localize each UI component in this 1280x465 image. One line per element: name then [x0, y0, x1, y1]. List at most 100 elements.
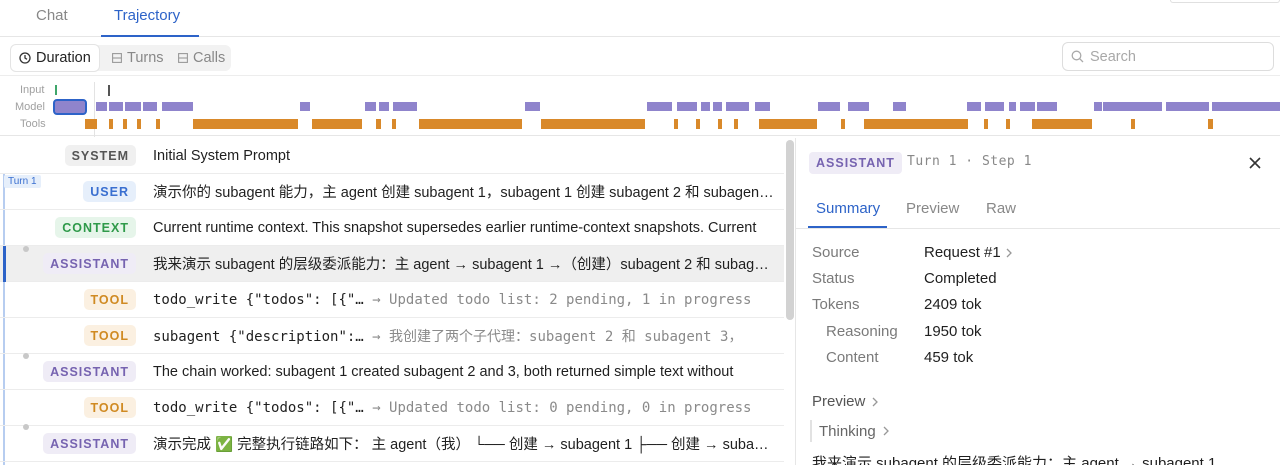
timeline-tool-segment[interactable] [734, 119, 738, 129]
timeline-model-segment[interactable] [818, 102, 840, 111]
list-item[interactable]: TOOL subagent {"description":… → 我创建了两个子… [0, 318, 784, 354]
timeline-tool-segment[interactable] [156, 119, 160, 129]
timeline-tool-segment[interactable] [392, 119, 396, 129]
row-text: The chain worked: subagent 1 created sub… [153, 363, 734, 380]
timeline-tool-segment[interactable] [312, 119, 362, 129]
timeline-tool-segment[interactable] [1032, 119, 1092, 129]
timeline-model-segment[interactable] [647, 102, 672, 111]
field-value-status: Completed [924, 270, 997, 287]
view-toolbar: Duration Turns Calls [0, 38, 1280, 76]
timeline-model-segment[interactable] [96, 102, 107, 111]
timeline-tool-segment[interactable] [1208, 119, 1213, 129]
timeline-model-segment[interactable] [109, 102, 123, 111]
timeline-cursor [108, 85, 110, 96]
duration-mode-button[interactable]: Duration [11, 45, 99, 71]
timeline-model-segment[interactable] [1212, 102, 1280, 111]
timeline-tool-segment[interactable] [193, 119, 298, 129]
timeline-model-segment[interactable] [525, 102, 540, 111]
timeline-model-segment[interactable] [1020, 102, 1035, 111]
role-badge: SYSTEM [64, 145, 136, 166]
lane-label-tools: Tools [20, 118, 46, 130]
list-icon [112, 53, 122, 63]
timeline-model-segment[interactable] [848, 102, 869, 111]
list-item[interactable]: TOOL todo_write {"todos": [{"… → Updated… [0, 390, 784, 426]
duration-label: Duration [36, 50, 91, 66]
timeline-model-segment[interactable] [143, 102, 157, 111]
timeline-tool-segment[interactable] [841, 119, 845, 129]
field-label-status: Status [812, 270, 855, 287]
timeline-model-segment[interactable] [300, 102, 310, 111]
timeline-tool-segment[interactable] [696, 119, 700, 129]
tool-name: subagent [153, 328, 221, 345]
tab-summary[interactable]: Summary [816, 200, 880, 217]
timeline-model-segment[interactable] [726, 102, 749, 111]
timeline-model-segment[interactable] [755, 102, 770, 111]
turns-mode-button[interactable]: Turns [112, 45, 164, 71]
list-scrollbar[interactable] [786, 140, 794, 320]
timeline-input-segment[interactable] [55, 85, 57, 95]
timeline-model-segment[interactable] [125, 102, 141, 111]
selected-step-marker[interactable] [53, 99, 87, 115]
timeline-model-segment[interactable] [1094, 102, 1102, 111]
list-item[interactable]: ASSISTANT 演示完成 ✅ 完整执行链路如下： 主 agent（我） └─… [0, 424, 784, 462]
list-item[interactable]: CONTEXT Current runtime context. This sn… [0, 210, 784, 246]
timeline-tool-segment[interactable] [1131, 119, 1135, 129]
role-badge: TOOL [83, 397, 136, 418]
timeline-tool-segment[interactable] [864, 119, 968, 129]
thinking-toggle[interactable]: Thinking [810, 420, 890, 442]
tool-result: → Updated todo list: 2 pending, 1 in pro… [372, 291, 752, 308]
list-item[interactable]: ASSISTANT The chain worked: subagent 1 c… [0, 353, 784, 390]
timeline-tool-segment[interactable] [541, 119, 645, 129]
turns-label: Turns [127, 50, 164, 66]
timeline-tool-segment[interactable] [759, 119, 817, 129]
list-item-selected[interactable]: ASSISTANT 我来演示 subagent 的层级委派能力：主 agent … [0, 246, 784, 282]
timeline-tool-segment[interactable] [674, 119, 678, 129]
timeline-model-segment[interactable] [967, 102, 981, 111]
tool-args: {"todos": [{"… [245, 399, 364, 416]
trajectory-list: Turn 1 SYSTEM Initial System Prompt USER… [0, 138, 784, 465]
preview-section-toggle[interactable]: Preview [812, 393, 879, 410]
tab-preview[interactable]: Preview [906, 200, 959, 217]
timeline-tool-segment[interactable] [137, 119, 141, 129]
tab-raw[interactable]: Raw [986, 200, 1016, 217]
search-input[interactable] [1090, 48, 1260, 65]
search-box[interactable] [1062, 42, 1274, 71]
timeline-model-segment[interactable] [379, 102, 389, 111]
tool-args: {"todos": [{"… [245, 291, 364, 308]
timeline-tool-segment[interactable] [376, 119, 381, 129]
role-badge: CONTEXT [55, 217, 136, 238]
timeline-model-segment[interactable] [893, 102, 906, 111]
field-label-source: Source [812, 244, 860, 261]
timeline-model-segment[interactable] [162, 102, 193, 111]
timeline-tool-segment[interactable] [718, 119, 722, 129]
step-dot [23, 353, 29, 359]
timeline-model-segment[interactable] [393, 102, 417, 111]
top-tab-bar: Chat Trajectory [0, 0, 1280, 37]
close-icon[interactable] [1248, 156, 1262, 170]
timeline-tool-segment[interactable] [419, 119, 522, 129]
lane-label-input: Input [20, 84, 45, 96]
field-label-reasoning: Reasoning [826, 323, 898, 340]
timeline-model-segment[interactable] [701, 102, 710, 111]
list-item[interactable]: USER 演示你的 subagent 能力，主 agent 创建 subagen… [0, 174, 784, 210]
timeline-model-segment[interactable] [1009, 102, 1016, 111]
timeline-model-segment[interactable] [1037, 102, 1057, 111]
timeline-model-segment[interactable] [985, 102, 1004, 111]
timeline-tool-segment[interactable] [123, 119, 127, 129]
timeline-model-segment[interactable] [1166, 102, 1209, 111]
timeline-tool-segment[interactable] [109, 119, 113, 129]
timeline-model-segment[interactable] [365, 102, 376, 111]
list-item[interactable]: TOOL todo_write {"todos": [{"… → Updated… [0, 282, 784, 318]
calls-mode-button[interactable]: Calls [178, 45, 225, 71]
list-item[interactable]: SYSTEM Initial System Prompt [0, 138, 784, 174]
timeline-model-segment[interactable] [713, 102, 722, 111]
source-link[interactable]: Request #1 [924, 244, 1013, 261]
timeline-tool-segment[interactable] [984, 119, 988, 129]
field-value-source: Request #1 [924, 244, 1001, 261]
timeline-model-segment[interactable] [677, 102, 697, 111]
timeline-tool-segment[interactable] [85, 119, 97, 129]
timeline-tool-segment[interactable] [1006, 119, 1010, 129]
tab-trajectory[interactable]: Trajectory [114, 7, 180, 24]
timeline-model-segment[interactable] [1103, 102, 1162, 111]
tab-chat[interactable]: Chat [36, 7, 68, 24]
